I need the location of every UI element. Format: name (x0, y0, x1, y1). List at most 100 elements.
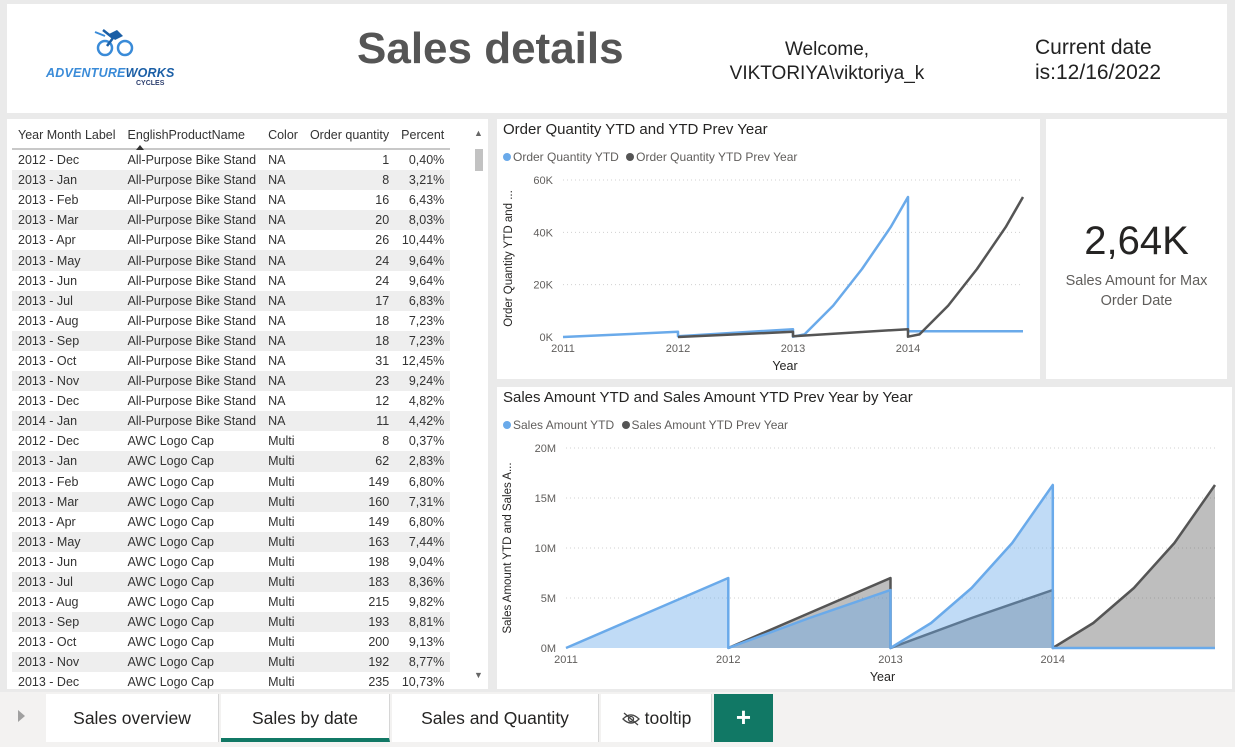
table-row[interactable]: 2013 - Dec All-Purpose Bike Stand NA 12 4,82… (12, 391, 450, 411)
table-cell: All-Purpose Bike Stand (121, 210, 263, 231)
table-cell: NA (268, 233, 286, 248)
table-row[interactable]: 2013 - Jan All-Purpose Bike Stand NA 8 3,21% (12, 170, 451, 191)
sales-table[interactable]: Year Month Label EnglishProductName Colo… (12, 122, 451, 689)
table-cell: 26 (375, 233, 390, 248)
tab-sales-overview[interactable]: Sales overview (46, 694, 219, 742)
chart-plot[interactable]: 0M5M10M15M20M2011 2012 2013 2014YearSales A… (497, 387, 1232, 689)
table-row[interactable]: 2013 - May All-Purpose Bike Stand NA 24 9,64… (12, 250, 451, 271)
scroll-up-icon[interactable]: ▲ (474, 128, 483, 138)
table-cell: 2013 - May (12, 531, 122, 552)
table-row[interactable]: 2013 - Sep All-Purpose Bike Stand NA 18 7,23… (12, 330, 451, 351)
column-header[interactable]: Percent (395, 122, 451, 150)
table-cell: All-Purpose Bike Stand (121, 290, 263, 311)
table-row[interactable]: 2013 - Feb AWC Logo Cap Multi 149 6,80% (12, 472, 450, 492)
page-title: Sales details (357, 24, 624, 73)
add-page-button[interactable]: + (714, 694, 773, 742)
table-cell: 2,83% (395, 451, 451, 472)
table-cell: AWC Logo Cap (121, 491, 263, 512)
table-cell: 2013 - Oct (18, 353, 77, 368)
table-cell: 2013 - Jan (12, 451, 122, 472)
table-visual[interactable]: Year Month Label EnglishProductName Colo… (7, 119, 488, 689)
table-row[interactable]: 2013 - Feb All-Purpose Bike Stand NA 16 6,43… (12, 190, 450, 210)
table-cell: All-Purpose Bike Stand (121, 170, 263, 191)
table-row[interactable]: 2014 - Jan All-Purpose Bike Stand NA 11 4,42… (12, 411, 451, 432)
header-panel: ADVENTUREWORKS CYCLES Sales details Welc… (7, 4, 1227, 113)
table-row[interactable]: 2013 - Apr AWC Logo Cap Multi 149 6,80% (12, 512, 450, 532)
tab-sales-by-date[interactable]: Sales by date (221, 694, 390, 742)
table-row[interactable]: 2012 - Dec All-Purpose Bike Stand NA 1 0,40% (12, 149, 450, 170)
column-header-sorted[interactable]: EnglishProductName (121, 122, 263, 150)
table-row[interactable]: 2013 - Nov All-Purpose Bike Stand NA 23 9,24… (12, 371, 451, 392)
table-scrollbar[interactable]: ▲ ▼ (473, 125, 485, 680)
table-cell: All-Purpose Bike Stand (121, 411, 263, 432)
tab-tooltip[interactable]: tooltip (601, 694, 712, 742)
table-row[interactable]: 2013 - Nov AWC Logo Cap Multi 192 8,77% (12, 652, 451, 673)
column-header[interactable]: Order quantity (303, 122, 396, 150)
y-tick-label: 20K (533, 280, 553, 292)
table-row[interactable]: 2013 - Aug AWC Logo Cap Multi 215 9,82% (12, 592, 450, 612)
column-header[interactable]: Color (262, 122, 304, 150)
table-row[interactable]: 2013 - Jul AWC Logo Cap Multi 183 8,36% (12, 571, 451, 593)
table-row[interactable]: 2013 - Sep AWC Logo Cap Multi 193 8,81% (12, 612, 451, 633)
table-cell: 9,64% (395, 250, 451, 271)
x-tick-label: 2013 (878, 654, 902, 666)
kpi-card[interactable]: 2,64K Sales Amount for Max Order Date (1046, 119, 1227, 379)
table-cell: 23 (303, 371, 396, 392)
table-row[interactable]: 2013 - Jun AWC Logo Cap Multi 198 9,04% (12, 552, 450, 572)
welcome-user: VIKTORIYA\viktoriya_k (729, 63, 925, 84)
y-tick-label: 60K (533, 175, 553, 187)
table-row[interactable]: 2012 - Dec AWC Logo Cap Multi 8 0,37% (12, 431, 450, 451)
table-row[interactable]: 2013 - Oct AWC Logo Cap Multi 200 9,13% (12, 632, 450, 652)
scroll-down-icon[interactable]: ▼ (474, 670, 483, 680)
table-cell: 2013 - Nov (12, 371, 122, 392)
table-cell: 10,44% (401, 233, 445, 248)
table-cell: Multi (262, 451, 304, 472)
table-row[interactable]: 2013 - Apr All-Purpose Bike Stand NA 26 10,4… (12, 230, 450, 250)
tab-sales-and-quantity[interactable]: Sales and Quantity (392, 694, 599, 742)
table-cell: 18 (303, 330, 396, 351)
table-row[interactable]: 2013 - Jan AWC Logo Cap Multi 62 2,83% (12, 451, 451, 472)
table-row[interactable]: 2013 - Dec AWC Logo Cap Multi 235 10,73% (12, 672, 450, 689)
table-cell: NA (262, 210, 304, 231)
sort-ascending-icon (135, 145, 144, 150)
table-row[interactable]: 2013 - Mar All-Purpose Bike Stand NA 20 8,03… (12, 210, 451, 231)
table-cell: 0,37% (408, 434, 445, 449)
table-cell: 163 (303, 531, 396, 552)
chart-plot[interactable]: 0K20K40K60K2011 2012 2013 2014YearOrder Qua… (497, 119, 1040, 379)
table-cell: 8 (382, 434, 390, 449)
table-row[interactable]: 2013 - Jul All-Purpose Bike Stand NA 17 6,83… (12, 290, 451, 311)
table-cell: 2013 - Nov (12, 652, 122, 673)
table-cell: NA (268, 394, 286, 409)
y-tick-label: 40K (533, 227, 553, 239)
table-cell: 2012 - Dec (18, 153, 80, 168)
table-cell: NA (268, 313, 286, 328)
table-cell: 2013 - Oct (18, 635, 77, 650)
table-row[interactable]: 2013 - Oct All-Purpose Bike Stand NA 31 12,4… (12, 351, 450, 371)
table-cell: 7,31% (395, 491, 451, 512)
table-cell: 2014 - Jan (12, 411, 122, 432)
table-row[interactable]: 2013 - Aug All-Purpose Bike Stand NA 18 7,23… (12, 311, 450, 331)
table-cell: 31 (375, 353, 390, 368)
x-tick-label: 2014 (896, 343, 920, 355)
table-cell: 2013 - Dec (18, 394, 80, 409)
table-cell: 7,23% (408, 313, 445, 328)
table-row[interactable]: 2013 - May AWC Logo Cap Multi 163 7,44% (12, 531, 451, 552)
table-cell: 10,73% (401, 675, 445, 689)
scroll-thumb[interactable] (475, 149, 483, 171)
sales-amount-chart[interactable]: Sales Amount YTD and Sales Amount YTD Pr… (497, 387, 1232, 689)
cyclist-icon (94, 29, 134, 57)
column-header[interactable]: Year Month Label (12, 122, 122, 150)
table-row[interactable]: 2013 - Mar AWC Logo Cap Multi 160 7,31% (12, 491, 451, 512)
table-cell: 24 (375, 273, 390, 288)
table-row[interactable]: 2013 - Jun All-Purpose Bike Stand NA 24 9,64… (12, 271, 450, 291)
tab-label: Sales overview (73, 708, 191, 728)
order-quantity-chart[interactable]: Order Quantity YTD and YTD Prev Year Ord… (497, 119, 1040, 379)
table-cell: 6,43% (408, 193, 445, 208)
table-cell: All-Purpose Bike Stand (127, 153, 257, 168)
tab-label: Sales and Quantity (421, 708, 569, 728)
table-cell: 20 (303, 210, 396, 231)
table-cell: Multi (268, 514, 295, 529)
table-cell: 62 (303, 451, 396, 472)
y-axis-title: Order Quantity YTD and ... (503, 190, 515, 327)
tab-nav-arrow-icon[interactable] (18, 710, 25, 722)
